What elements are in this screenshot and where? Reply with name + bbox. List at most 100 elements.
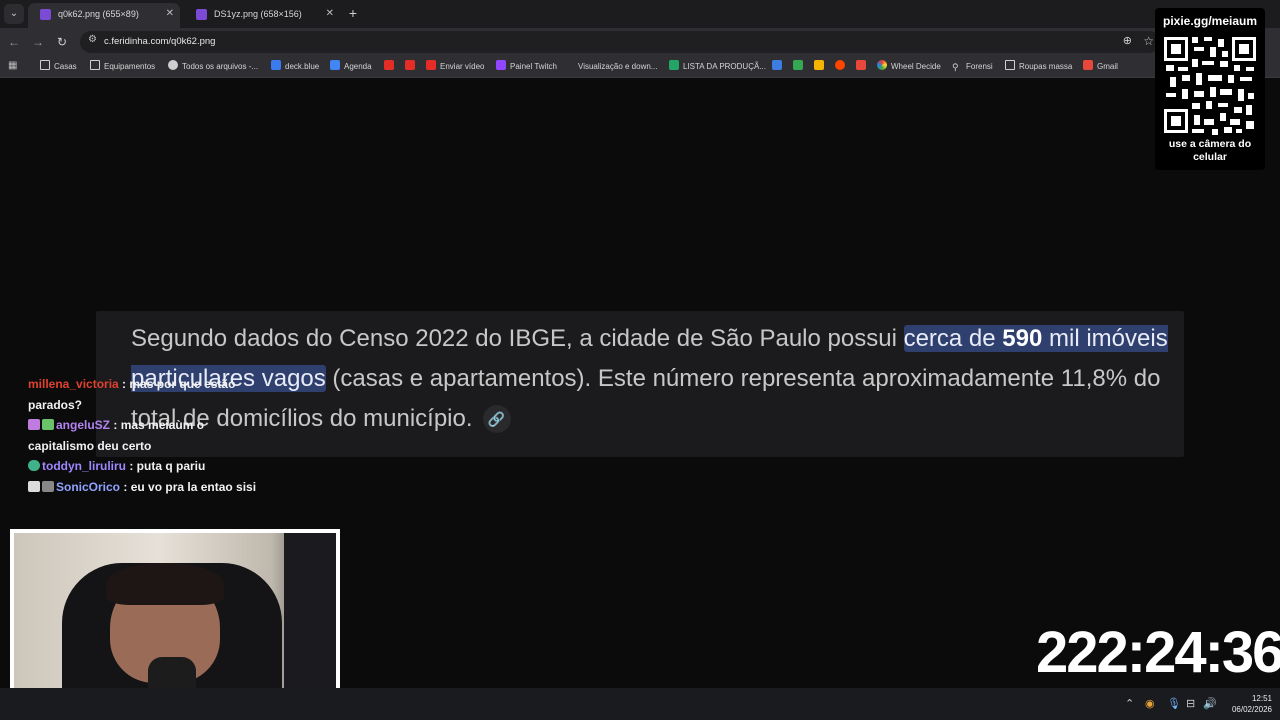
stream-timer: 222:24:36 bbox=[1036, 620, 1280, 685]
chat-message: SonicOrico : eu vo pra la entao sisi bbox=[28, 477, 268, 498]
bookmark-icon-e[interactable] bbox=[856, 60, 870, 74]
bookmark-enviar-video[interactable]: Enviar vídeo bbox=[426, 60, 484, 74]
badge-icon bbox=[42, 419, 54, 430]
bookmark-agenda[interactable]: Agenda bbox=[330, 60, 372, 74]
chat-text: eu vo pra la entao sisi bbox=[130, 479, 257, 494]
folder-icon bbox=[90, 60, 100, 70]
image-favicon-icon bbox=[40, 9, 51, 20]
url-text[interactable]: c.feridinha.com/q0k62.png bbox=[104, 36, 215, 47]
bookmark-wheel-decide[interactable]: Wheel Decide bbox=[877, 60, 941, 74]
qr-donation-panel: pixie.gg/meiaum use a câmera do celular bbox=[1155, 8, 1265, 170]
answer-paragraph: Segundo dados do Censo 2022 do IBGE, a c… bbox=[131, 319, 1171, 439]
bookmark-lista-producao[interactable]: LISTA DA PRODUÇÃ... bbox=[669, 60, 766, 74]
reddit-icon bbox=[835, 60, 845, 70]
link-icon[interactable]: 🔗 bbox=[482, 405, 511, 433]
tab-label: DS1yz.png (658×156) bbox=[214, 9, 302, 19]
badge-icon bbox=[28, 480, 40, 492]
tab-label: q0k62.png (655×89) bbox=[58, 9, 139, 19]
bookmark-icon-b[interactable] bbox=[793, 60, 807, 74]
new-tab-plus-icon[interactable]: + bbox=[346, 4, 360, 24]
folder-icon bbox=[40, 60, 50, 70]
tray-app-icon[interactable]: ◉ bbox=[1145, 697, 1155, 711]
bookmark-casas[interactable]: Casas bbox=[40, 60, 77, 74]
navigation-bar: ← → ↻ ⚙ c.feridinha.com/q0k62.png ⊕ ☆ bbox=[0, 28, 1280, 56]
webcam-door bbox=[284, 533, 336, 713]
badge-icon bbox=[28, 460, 40, 471]
wheel-icon bbox=[877, 60, 887, 70]
tray-microphone-icon[interactable]: 🎙 bbox=[1167, 697, 1181, 711]
qr-caption: use a câmera do celular bbox=[1168, 138, 1252, 163]
chat-username: toddyn_liruliru bbox=[42, 459, 126, 473]
tab-strip: ⌄ q0k62.png (655×89) ✕ DS1yz.png (658×15… bbox=[0, 0, 1280, 28]
reload-icon[interactable]: ↻ bbox=[54, 34, 70, 50]
drive-icon bbox=[793, 60, 803, 70]
folder-icon bbox=[1005, 60, 1015, 70]
chat-text: puta q pariu bbox=[136, 459, 206, 473]
stream-chat: millena_victoria : mas por que estão par… bbox=[28, 374, 268, 497]
site-info-icon[interactable]: ⚙ bbox=[88, 34, 97, 45]
bookmark-deck-blue[interactable]: deck.blue bbox=[271, 60, 319, 74]
bookmark-painel-twitch[interactable]: Painel Twitch bbox=[496, 60, 557, 74]
image-favicon-icon bbox=[196, 9, 207, 20]
apps-grid-icon[interactable]: ▦ bbox=[8, 60, 19, 71]
chat-message: toddyn_liruliru : puta q pariu bbox=[28, 456, 268, 477]
tray-chevron-up-icon[interactable]: ⌃ bbox=[1125, 697, 1134, 711]
bookmark-icon-d[interactable] bbox=[835, 60, 849, 74]
qr-code-icon bbox=[1162, 33, 1258, 137]
bookmark-equipamentos[interactable]: Equipamentos bbox=[90, 60, 155, 74]
clock-date: 06/02/2026 bbox=[1231, 705, 1272, 714]
bookmark-star-icon[interactable]: ☆ bbox=[1143, 34, 1154, 48]
twitch-icon bbox=[496, 60, 506, 70]
badge-icon bbox=[42, 480, 54, 492]
address-bar[interactable]: ⚙ c.feridinha.com/q0k62.png ⊕ ☆ bbox=[80, 31, 1160, 53]
answer-highlight-number: 590 bbox=[1002, 325, 1043, 352]
search-icon: ⚲ bbox=[952, 62, 959, 72]
bookmarks-bar: ▦ Casas Equipamentos Todos os arquivos -… bbox=[0, 56, 1280, 78]
chat-username: millena_victoria bbox=[28, 377, 119, 391]
taskbar: ⌃ ◉ 🎙 ⊟ 🔊 12:51 06/02/2026 bbox=[0, 688, 1280, 720]
bookmark-gmail[interactable]: Gmail bbox=[1083, 60, 1118, 74]
close-tab-icon[interactable]: ✕ bbox=[326, 3, 334, 25]
youtube-icon bbox=[384, 60, 394, 70]
gmail-icon bbox=[1083, 60, 1093, 70]
tab-q0k62[interactable]: q0k62.png (655×89) ✕ bbox=[28, 3, 180, 28]
chat-username: angeluSZ bbox=[56, 418, 111, 432]
keep-icon bbox=[814, 60, 824, 70]
tab-search-chevron-icon[interactable]: ⌄ bbox=[4, 4, 24, 24]
chat-text: mas meiaùm o capitalismo deu certo bbox=[28, 418, 205, 453]
gmail-icon bbox=[856, 60, 866, 70]
badge-icon bbox=[28, 419, 40, 430]
bookmark-icon-c[interactable] bbox=[814, 60, 828, 74]
calendar-icon bbox=[330, 60, 340, 70]
bookmark-roupas-massa[interactable]: Roupas massa bbox=[1005, 60, 1072, 74]
bookmark-todos-arquivos[interactable]: Todos os arquivos -... bbox=[168, 60, 258, 74]
youtube-icon bbox=[405, 60, 415, 70]
taskbar-clock[interactable]: 12:51 06/02/2026 bbox=[1222, 693, 1272, 715]
back-arrow-icon[interactable]: ← bbox=[6, 34, 22, 50]
zoom-icon[interactable]: ⊕ bbox=[1123, 34, 1132, 47]
bookmark-youtube-2[interactable] bbox=[405, 60, 419, 74]
youtube-icon bbox=[426, 60, 436, 70]
bookmark-icon-a[interactable] bbox=[772, 60, 786, 74]
chat-message: angeluSZ : mas meiaùm o capitalismo deu … bbox=[28, 418, 205, 453]
cloud-icon bbox=[772, 60, 782, 70]
bookmark-visualizacao[interactable]: Visualização e down... bbox=[566, 60, 657, 74]
bookmark-forensi[interactable]: ⚲ Forensi bbox=[952, 60, 993, 74]
webcam-headset bbox=[106, 563, 224, 605]
globe-icon bbox=[168, 60, 178, 70]
screen: ⌄ q0k62.png (655×89) ✕ DS1yz.png (658×15… bbox=[0, 0, 1280, 720]
tray-volume-icon[interactable]: 🔊 bbox=[1203, 697, 1217, 711]
chat-username: SonicOrico bbox=[56, 479, 121, 494]
bluesky-icon bbox=[271, 60, 281, 70]
blank-icon bbox=[566, 60, 574, 70]
answer-text-before: Segundo dados do Censo 2022 do IBGE, a c… bbox=[131, 325, 904, 352]
sheets-icon bbox=[669, 60, 679, 70]
tray-network-icon[interactable]: ⊟ bbox=[1186, 697, 1195, 711]
tab-ds1yz[interactable]: DS1yz.png (658×156) ✕ bbox=[184, 3, 340, 28]
qr-title: pixie.gg/meiaum bbox=[1162, 14, 1258, 28]
close-tab-icon[interactable]: ✕ bbox=[166, 3, 174, 25]
clock-time: 12:51 bbox=[1251, 694, 1272, 703]
chat-message: millena_victoria : mas por que estão par… bbox=[28, 377, 236, 412]
bookmark-youtube-1[interactable] bbox=[384, 60, 398, 74]
forward-arrow-icon[interactable]: → bbox=[30, 34, 46, 50]
